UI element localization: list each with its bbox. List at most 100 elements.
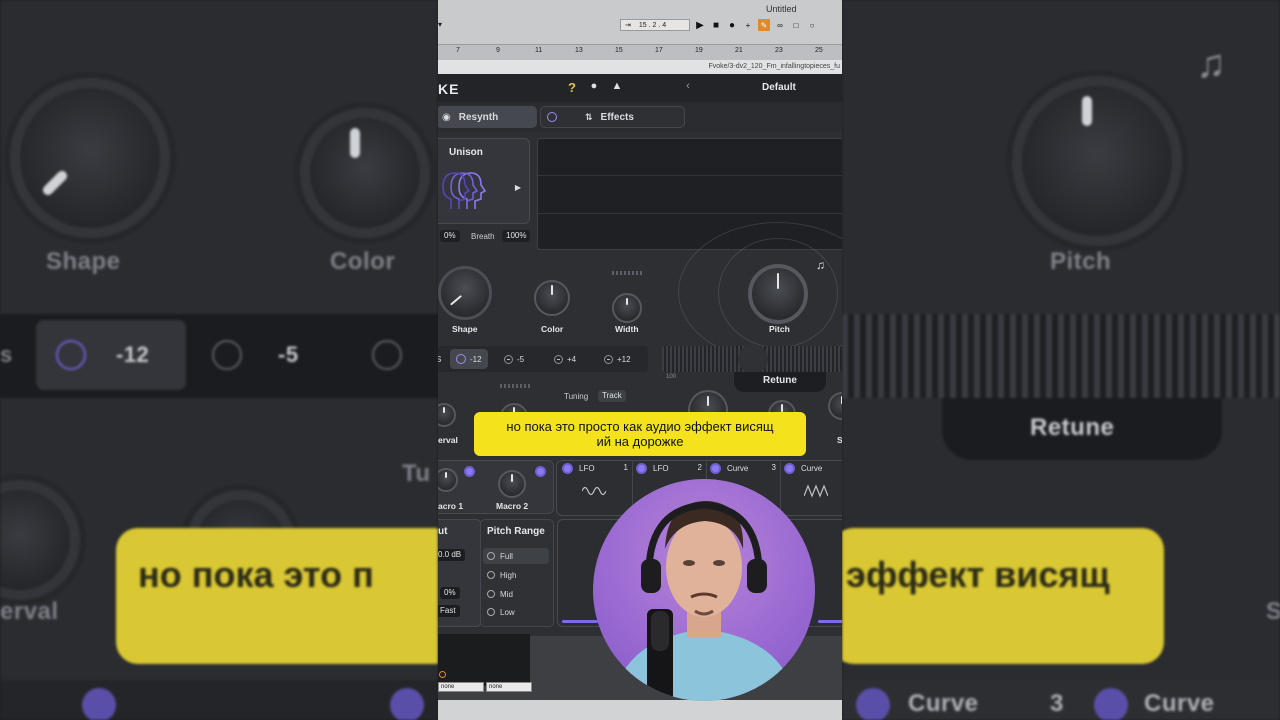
position-value: 15 . 2 . 4 xyxy=(638,21,667,29)
loop-marker-icon: ⇥ xyxy=(625,22,631,29)
subtitle-line-2: ий на дорожке xyxy=(596,434,684,449)
macro1-mod-icon[interactable] xyxy=(464,466,475,477)
bg-interval-knob xyxy=(0,480,80,600)
bg-pitch-label: Pitch xyxy=(1050,248,1112,275)
ruler-mark: 23 xyxy=(775,47,783,54)
unison-panel[interactable]: Unison ▶ xyxy=(438,138,530,224)
output-mix[interactable]: 0% xyxy=(440,587,460,599)
lfo2-num: 2 xyxy=(697,463,702,472)
interval-knob[interactable] xyxy=(438,403,456,427)
width-knob[interactable] xyxy=(612,293,642,323)
unison-value[interactable]: 0% xyxy=(440,230,460,242)
curve3-label: Curve xyxy=(727,464,749,473)
interval-pos12-label: +12 xyxy=(617,354,631,364)
shape-label: Shape xyxy=(452,324,478,334)
macro2-knob[interactable] xyxy=(498,470,526,498)
power-icon[interactable] xyxy=(547,112,557,122)
unison-next-icon[interactable]: ▶ xyxy=(515,183,521,192)
metronome-icon[interactable]: ∞ xyxy=(774,19,786,31)
pitch-range-mid[interactable]: Mid xyxy=(483,586,549,602)
lfo1-num: 1 xyxy=(623,463,628,472)
bg-interval-neg5: -5 xyxy=(278,342,299,367)
pencil-icon[interactable]: ✎ xyxy=(758,19,770,31)
interval-neg12[interactable]: -12 xyxy=(450,349,488,369)
retune-handle[interactable] xyxy=(738,344,768,374)
minus-icon xyxy=(604,354,613,364)
macro2-mod-icon[interactable] xyxy=(535,466,546,477)
ruler-mark: 13 xyxy=(575,47,583,54)
record-icon[interactable]: ● xyxy=(726,19,738,31)
transport-bar: ⇥ 15 . 2 . 4 ▶ ■ ● + ✎ ∞ □ ○ xyxy=(620,18,818,32)
tuning-value[interactable]: Track xyxy=(598,390,626,402)
tab-effects[interactable]: ⇅ Effects xyxy=(540,106,685,128)
bg-s-label: s xyxy=(0,342,13,367)
pitch-label: Pitch xyxy=(769,324,790,334)
radio-icon xyxy=(487,590,495,598)
right-knob[interactable] xyxy=(828,392,842,420)
menu-arrow-icon[interactable]: ▾ xyxy=(438,20,442,29)
lfo1-label: LFO xyxy=(579,464,595,473)
bell-icon[interactable]: ▲ xyxy=(610,80,624,94)
breath-value[interactable]: 100% xyxy=(502,230,531,242)
interval-row: S -12 -5 +4 +12 xyxy=(438,346,648,372)
ruler-mark: 11 xyxy=(535,47,543,54)
bg-shape-label: Shape xyxy=(46,248,121,275)
tab-resynth[interactable]: ◉ Resynth xyxy=(438,106,537,128)
plus-icon[interactable]: + xyxy=(742,19,754,31)
bg-color-knob xyxy=(300,108,430,238)
output-title-partial: ut xyxy=(438,526,448,537)
bg-purple-dot xyxy=(82,688,116,720)
heads-icon xyxy=(442,172,487,209)
interval-pos12[interactable]: +12 xyxy=(604,349,631,369)
chevron-left-icon[interactable]: ‹ xyxy=(681,80,695,94)
position-display[interactable]: ⇥ 15 . 2 . 4 xyxy=(620,19,690,31)
pitch-range-full-label: Full xyxy=(500,551,513,561)
pitch-knob[interactable] xyxy=(748,264,808,324)
user-icon[interactable]: ● xyxy=(587,80,601,94)
timeline-ruler[interactable]: 7 9 11 13 15 17 19 21 23 25 xyxy=(438,44,842,61)
color-knob[interactable] xyxy=(534,280,570,316)
interval-neg5-label: -5 xyxy=(517,354,525,364)
bg-interval-icon xyxy=(56,340,86,370)
curve3-icon xyxy=(710,463,721,474)
note-icon[interactable]: ♫ xyxy=(816,258,825,272)
plugin-header: KE ? ● ▲ ‹ Default xyxy=(438,74,842,102)
minus-icon xyxy=(554,354,563,364)
select-input-1[interactable]: none xyxy=(438,682,484,692)
pitch-range-full[interactable]: Full xyxy=(483,548,549,564)
ruler-mark: 15 xyxy=(615,47,623,54)
lfo1-icon xyxy=(562,463,573,474)
help-icon[interactable]: ? xyxy=(568,80,576,95)
snap-icon[interactable]: □ xyxy=(790,19,802,31)
color-label: Color xyxy=(541,324,564,334)
orange-dot xyxy=(439,671,446,678)
output-speed[interactable]: Fast xyxy=(438,605,460,617)
mod-slot-curve4[interactable]: Curve xyxy=(780,460,842,516)
minus-icon xyxy=(504,354,513,364)
bg-subtitle-band-right xyxy=(842,528,1164,664)
interval-pos4[interactable]: +4 xyxy=(554,349,576,369)
s-label-right: S xyxy=(837,435,842,445)
pitch-range-high-label: High xyxy=(500,570,517,580)
output-gain[interactable]: 0.0 dB xyxy=(438,549,466,561)
mod-slot-lfo1[interactable]: LFO 1 xyxy=(558,460,633,516)
bg-s-right: S xyxy=(1266,598,1280,625)
select-input-2[interactable]: none xyxy=(486,682,532,692)
bg-minus-icon xyxy=(212,340,242,370)
width-grip xyxy=(612,271,642,275)
macro1-label: acro 1 xyxy=(438,501,464,511)
tab-bar: ◉ Resynth ⇅ Effects xyxy=(438,102,842,132)
pitch-range-low[interactable]: Low xyxy=(483,604,549,620)
interval-neg5[interactable]: -5 xyxy=(504,349,524,369)
loop-icon[interactable]: ○ xyxy=(806,19,818,31)
bg-curve-dot-2 xyxy=(1094,688,1128,720)
tuning-label: Tuning xyxy=(564,392,589,401)
pitch-range-high[interactable]: High xyxy=(483,567,549,583)
bg-color-label: Color xyxy=(330,248,396,275)
play-icon[interactable]: ▶ xyxy=(694,19,706,31)
stop-icon[interactable]: ■ xyxy=(710,19,722,31)
preset-name[interactable]: Default xyxy=(762,82,796,93)
shape-knob[interactable] xyxy=(438,266,492,320)
interval-power-icon xyxy=(456,354,466,364)
ruler-mark: 17 xyxy=(655,47,663,54)
